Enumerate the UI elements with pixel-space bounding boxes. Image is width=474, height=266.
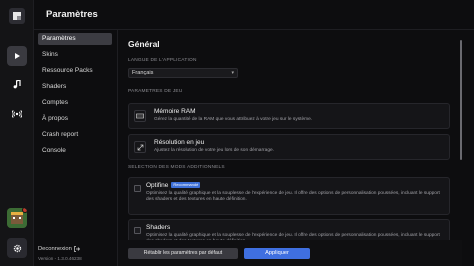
language-value: Français	[132, 70, 154, 76]
settings-button[interactable]	[7, 238, 27, 258]
action-bar: Rétablir les paramètres par défaut Appli…	[118, 240, 462, 266]
nav-item-comptes[interactable]: Comptes	[38, 97, 112, 109]
resize-arrows-icon	[137, 144, 143, 150]
gear-icon	[13, 244, 21, 252]
music-note-icon	[13, 79, 21, 88]
ram-title: Mémoire RAM	[154, 108, 196, 115]
nav-item-skins[interactable]: Skins	[38, 49, 112, 61]
nav-item-crash-report[interactable]: Crash report	[38, 129, 112, 141]
ram-card[interactable]: Mémoire RAM Gérez la quantité de la RAM …	[128, 103, 450, 129]
chevron-down-icon: ▾	[231, 70, 234, 76]
apply-button[interactable]: Appliquer	[244, 248, 310, 259]
content-scrollbar[interactable]	[460, 40, 462, 160]
resolution-card[interactable]: Résolution en jeu Ajustez la résolution …	[128, 134, 450, 160]
page-title: Paramètres	[46, 9, 98, 20]
play-icon	[15, 53, 20, 59]
avatar[interactable]	[7, 208, 27, 228]
settings-content: Général LANGUE DE L'APPLICATION Français…	[118, 30, 462, 266]
game-params-label: PARAMETRES DE JEU	[128, 89, 183, 94]
language-select[interactable]: Français ▾	[128, 68, 238, 78]
optifine-checkbox[interactable]	[134, 185, 141, 192]
section-title-general: Général	[128, 39, 160, 49]
top-bar: Paramètres	[34, 0, 474, 30]
nav-item-a-propos[interactable]: À propos	[38, 113, 112, 125]
optifine-card[interactable]: Optifine Recommandé Optimisez la qualité …	[128, 177, 450, 215]
nav-item-parametres[interactable]: Paramètres	[38, 33, 112, 45]
reset-defaults-button[interactable]: Rétablir les paramètres par défaut	[128, 248, 238, 259]
logout-button[interactable]: Deconnexion	[38, 246, 80, 252]
broadcast-button[interactable]	[7, 104, 27, 124]
settings-nav: Paramètres Skins Ressource Packs Shaders…	[34, 30, 118, 266]
ram-description: Gérez la quantité de la RAM que vous att…	[154, 117, 313, 122]
music-button[interactable]	[7, 74, 27, 94]
shaders-title: Shaders	[146, 224, 171, 231]
version-text: Version - 1.3.0.46238	[38, 256, 82, 261]
ram-icon-frame	[134, 110, 146, 122]
memory-chip-icon	[136, 113, 144, 119]
icon-rail	[0, 0, 34, 266]
nav-item-ressource-packs[interactable]: Ressource Packs	[38, 65, 112, 77]
optifine-description: Optimisez la qualité graphique et la sou…	[146, 191, 440, 202]
recommended-badge: Recommandé	[171, 182, 201, 189]
mods-label: SELECTION DES MODS ADDITIONNELS	[128, 165, 225, 170]
shaders-checkbox[interactable]	[134, 227, 141, 234]
status-dot	[22, 208, 27, 213]
logout-label: Deconnexion	[38, 246, 72, 252]
launcher-logo-icon	[9, 8, 25, 24]
optifine-title: Optifine	[146, 182, 169, 189]
resolution-title: Résolution en jeu	[154, 139, 205, 146]
nav-item-shaders[interactable]: Shaders	[38, 81, 112, 93]
play-button[interactable]	[7, 46, 27, 66]
nav-item-console[interactable]: Console	[38, 145, 112, 157]
logout-icon	[73, 246, 80, 252]
language-label: LANGUE DE L'APPLICATION	[128, 58, 197, 63]
resolution-description: Ajustez la résolution de votre jeu lors …	[154, 148, 274, 153]
optifine-title-row: Optifine Recommandé	[146, 182, 201, 189]
resolution-icon-frame	[134, 141, 146, 153]
broadcast-icon	[12, 110, 22, 118]
